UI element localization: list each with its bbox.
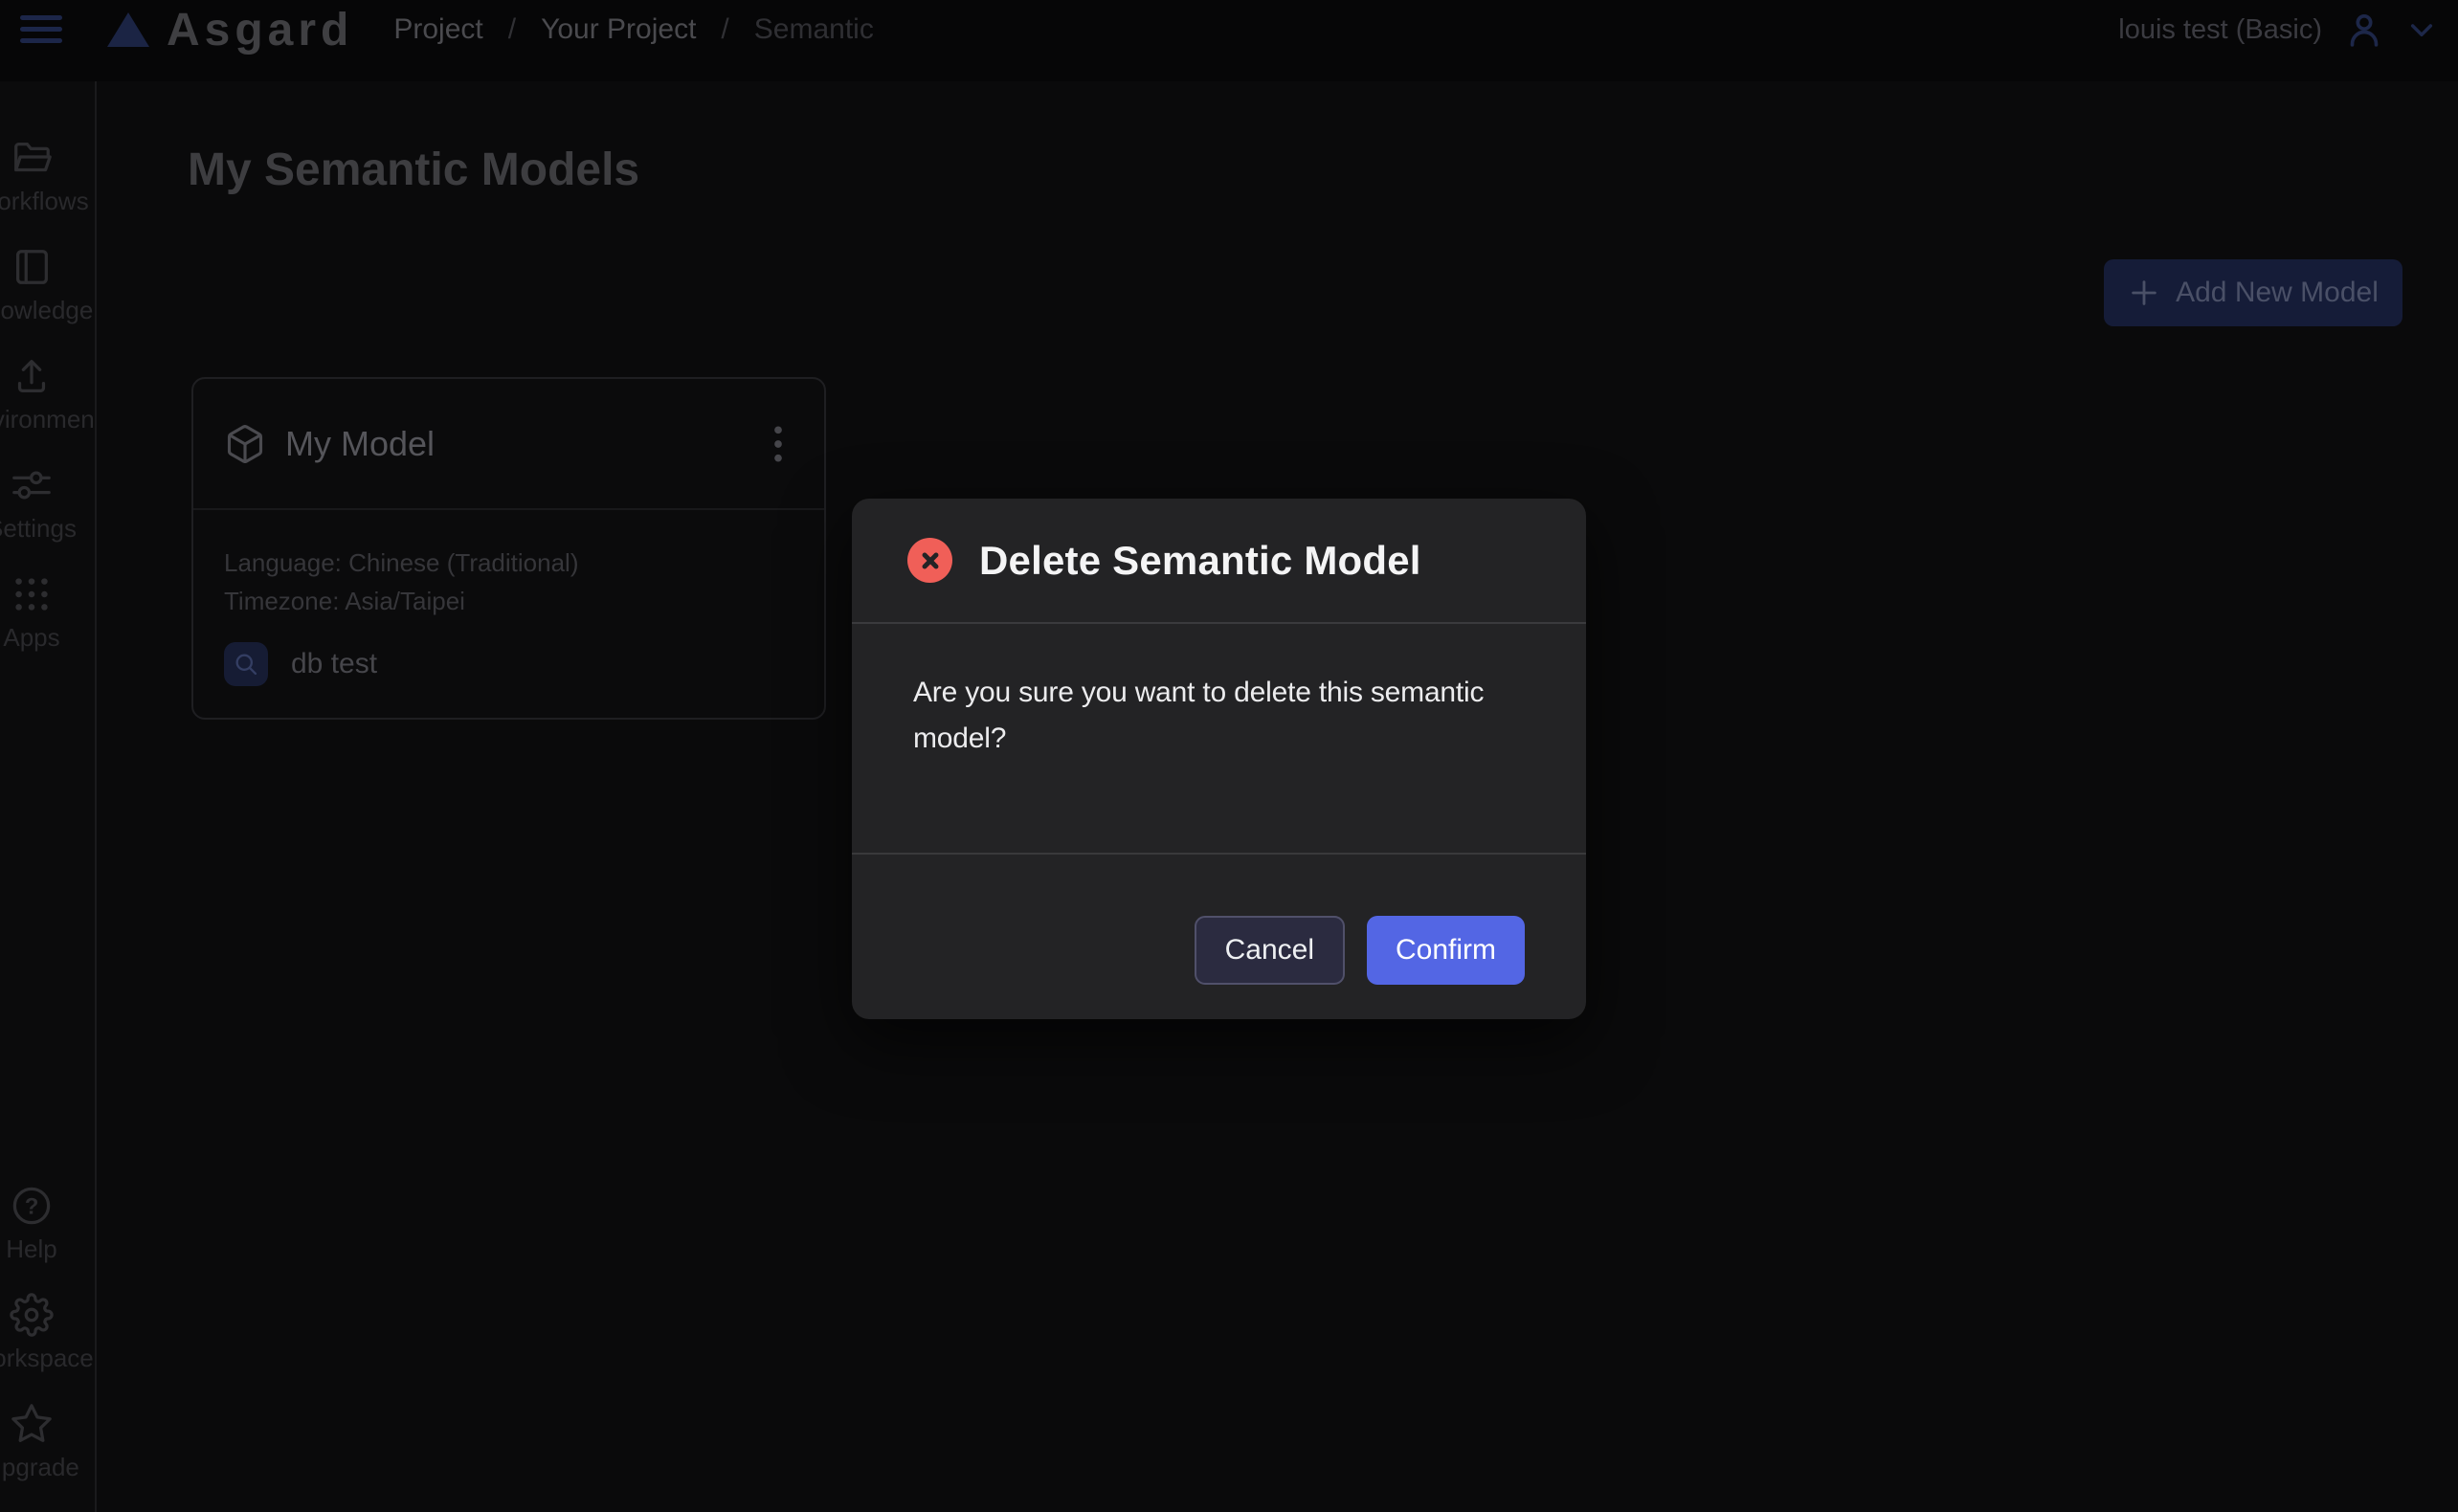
modal-header: Delete Semantic Model <box>852 499 1586 622</box>
app-window: Asgard Project / Your Project / Semantic… <box>0 0 2458 1512</box>
modal-message: Are you sure you want to delete this sem… <box>913 670 1525 762</box>
x-circle-danger-icon <box>907 538 952 583</box>
modal-footer: Cancel Confirm <box>852 853 1586 1019</box>
delete-semantic-model-modal: Delete Semantic Model Are you sure you w… <box>852 499 1586 1019</box>
cancel-button[interactable]: Cancel <box>1195 916 1345 985</box>
confirm-button[interactable]: Confirm <box>1367 916 1525 985</box>
modal-title: Delete Semantic Model <box>979 538 1421 584</box>
modal-body: Are you sure you want to delete this sem… <box>852 622 1586 853</box>
